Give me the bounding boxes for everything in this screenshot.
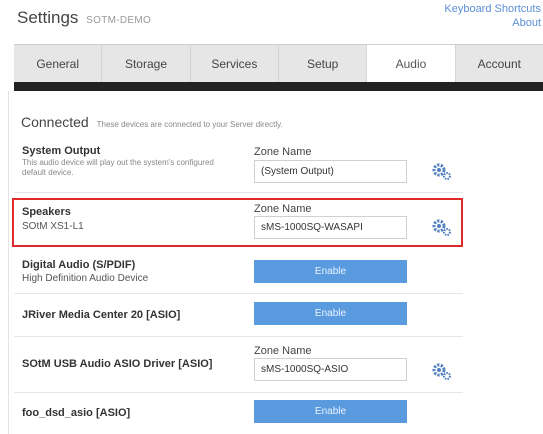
gear-icon[interactable] [431, 361, 453, 381]
tab-services[interactable]: Services [191, 45, 279, 82]
row-divider [14, 392, 463, 393]
enable-button[interactable]: Enable [254, 400, 407, 423]
device-row-digital-audio: Digital Audio (S/PDIF) High Definition A… [12, 255, 463, 291]
keyboard-shortcuts-link[interactable]: Keyboard Shortcuts [444, 2, 541, 16]
device-name: System Output [22, 145, 101, 157]
device-subtitle: High Definition Audio Device [22, 273, 149, 284]
zone-name-label: Zone Name [254, 146, 312, 158]
server-name: SOTM-DEMO [86, 15, 152, 26]
header: Settings SOTM-DEMO Keyboard Shortcuts Ab… [0, 0, 543, 42]
row-divider [14, 293, 463, 294]
zone-name-input[interactable] [254, 358, 407, 381]
selected-device-highlight [12, 198, 463, 247]
tab-storage[interactable]: Storage [102, 45, 191, 82]
device-name: Digital Audio (S/PDIF) [22, 259, 136, 271]
device-row-system-output: System Output This audio device will pla… [12, 140, 463, 190]
page-title-text: Settings [17, 8, 79, 27]
zone-name-label: Zone Name [254, 345, 312, 357]
device-description: This audio device will play out the syst… [22, 158, 214, 177]
tab-underline-bar [14, 82, 543, 91]
top-links: Keyboard Shortcuts About [444, 2, 541, 30]
row-divider [14, 336, 463, 337]
tab-bar: General Storage Services Setup Audio Acc… [14, 44, 543, 82]
enable-button[interactable]: Enable [254, 260, 407, 283]
zone-name-input[interactable] [254, 160, 407, 183]
device-name: foo_dsd_asio [ASIO] [22, 407, 131, 419]
tab-audio[interactable]: Audio [367, 45, 456, 82]
device-row-sotm-usb-asio: SOtM USB Audio ASIO Driver [ASIO] Zone N… [12, 342, 463, 388]
device-row-jriver: JRiver Media Center 20 [ASIO] Enable [12, 300, 463, 330]
device-row-foo-dsd-asio: foo_dsd_asio [ASIO] Enable [12, 397, 463, 427]
section-heading: Connected These devices are connected to… [21, 114, 283, 130]
section-description: These devices are connected to your Serv… [96, 120, 283, 129]
device-name: JRiver Media Center 20 [ASIO] [22, 309, 181, 321]
enable-button[interactable]: Enable [254, 302, 407, 325]
tab-account[interactable]: Account [456, 45, 543, 82]
page-title: Settings SOTM-DEMO [17, 8, 151, 28]
gear-icon[interactable] [431, 161, 453, 181]
tab-setup[interactable]: Setup [279, 45, 368, 82]
about-link[interactable]: About [444, 16, 541, 30]
row-divider [14, 192, 463, 193]
device-name: SOtM USB Audio ASIO Driver [ASIO] [22, 358, 213, 370]
section-title: Connected [21, 114, 89, 130]
tab-general[interactable]: General [14, 45, 103, 82]
